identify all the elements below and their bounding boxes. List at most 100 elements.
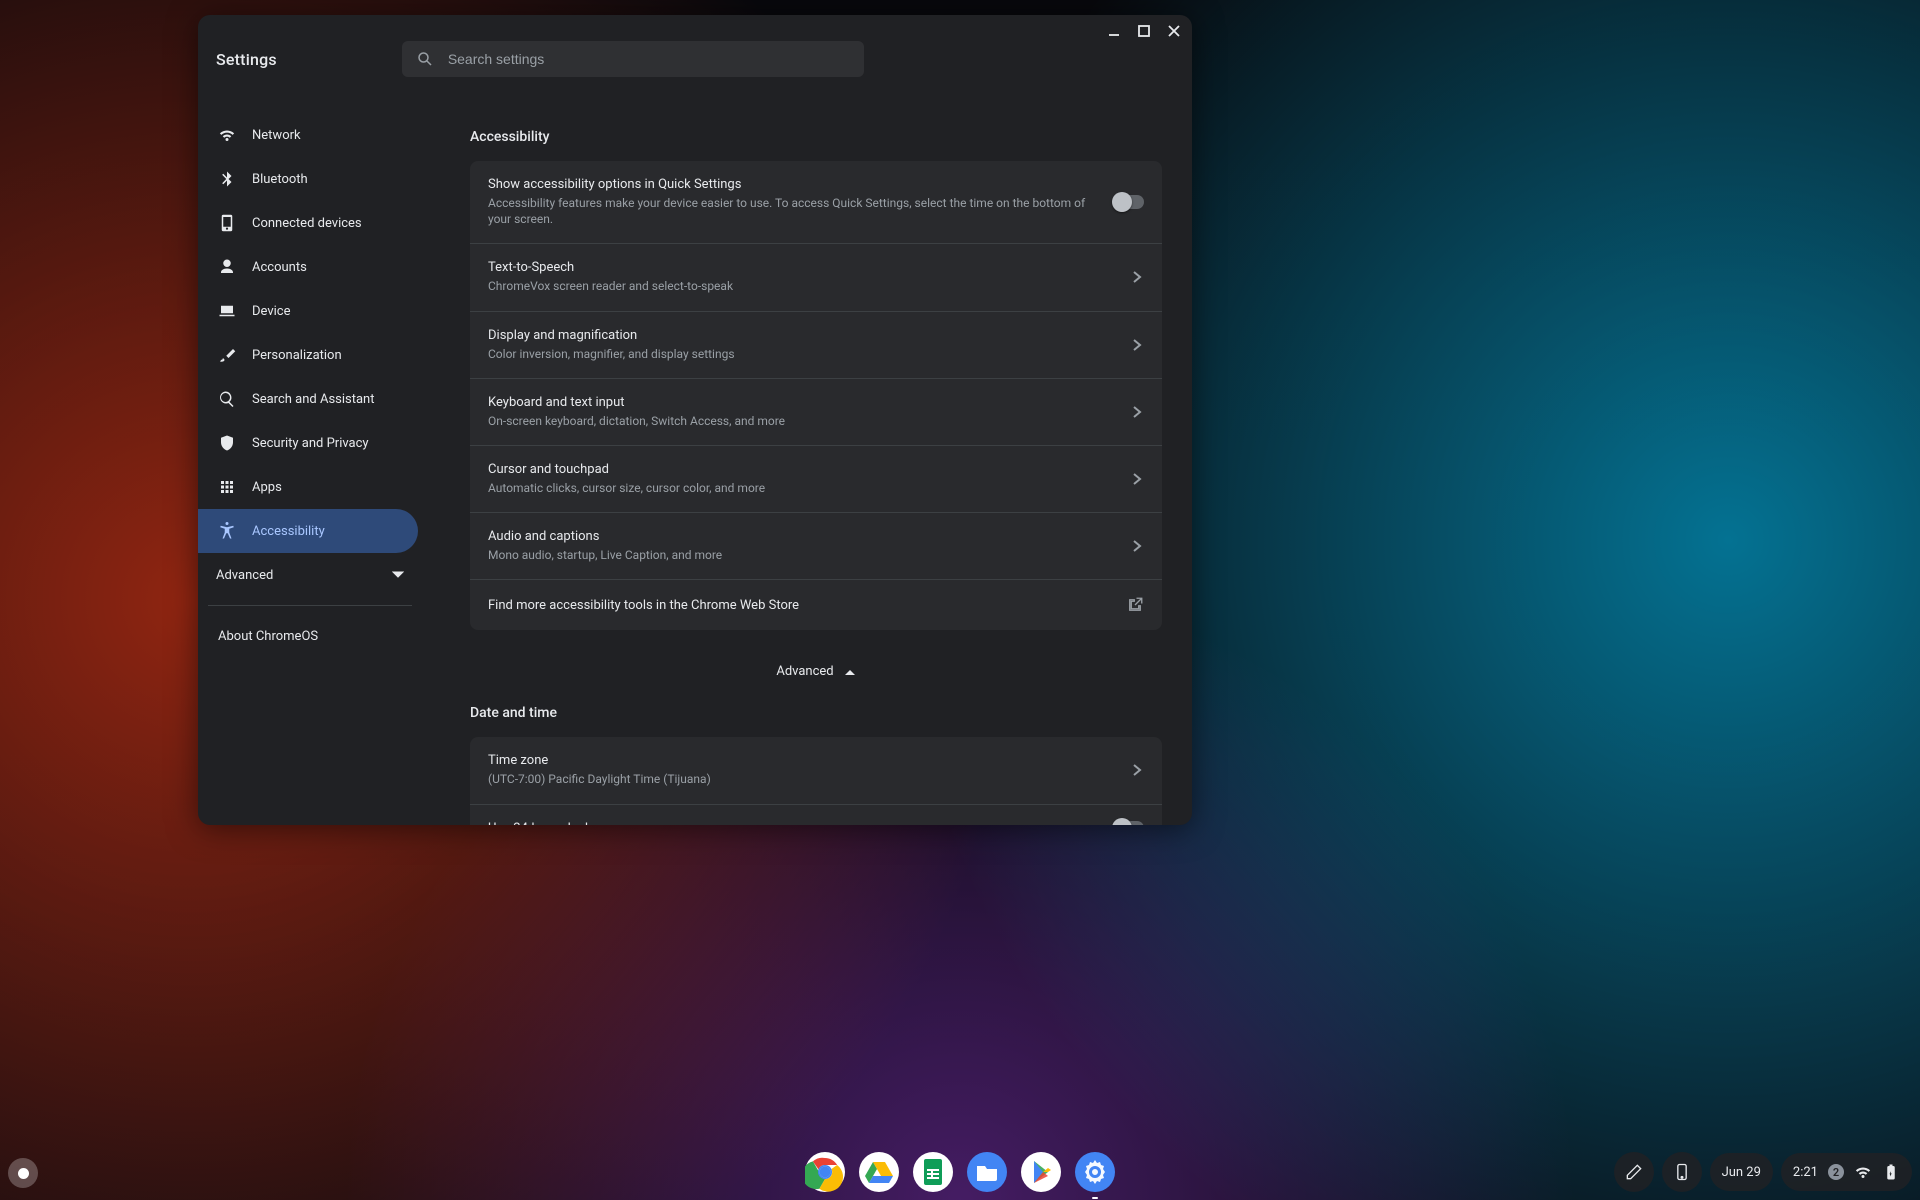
sidebar-advanced-toggle[interactable]: Advanced <box>198 553 422 597</box>
sidebar-item-search-assistant[interactable]: Search and Assistant <box>198 377 418 421</box>
person-icon <box>218 258 236 276</box>
toggle-quick-settings[interactable] <box>1114 195 1144 209</box>
row-display-magnification[interactable]: Display and magnification Color inversio… <box>470 311 1162 378</box>
search-icon <box>218 390 236 408</box>
search-box[interactable] <box>402 41 864 77</box>
shelf-app-play[interactable] <box>1021 1152 1061 1192</box>
close-button[interactable] <box>1164 21 1184 41</box>
sidebar-item-label: Connected devices <box>252 216 362 231</box>
row-audio-captions[interactable]: Audio and captions Mono audio, startup, … <box>470 512 1162 579</box>
sidebar-about-chromeos[interactable]: About ChromeOS <box>198 614 422 658</box>
settings-window: Settings Network Bluetooth Connected dev… <box>198 15 1192 825</box>
gear-icon <box>1075 1152 1115 1192</box>
laptop-icon <box>218 302 236 320</box>
shield-icon <box>218 434 236 452</box>
row-quick-settings-toggle[interactable]: Show accessibility options in Quick Sett… <box>470 161 1162 243</box>
sidebar-item-label: Apps <box>252 480 282 495</box>
row-time-zone[interactable]: Time zone (UTC-7:00) Pacific Daylight Ti… <box>470 737 1162 803</box>
shelf-app-drive[interactable] <box>859 1152 899 1192</box>
sidebar-item-label: Bluetooth <box>252 172 308 187</box>
content-advanced-toggle[interactable]: Advanced <box>470 664 1162 679</box>
maximize-button[interactable] <box>1134 21 1154 41</box>
toggle-24-hour[interactable] <box>1114 821 1144 825</box>
chevron-right-icon <box>1130 763 1144 777</box>
running-indicator <box>1092 1197 1098 1199</box>
chevron-up-icon <box>844 666 856 678</box>
chevron-right-icon <box>1130 539 1144 553</box>
row-24-hour-clock[interactable]: Use 24-hour clock <box>470 804 1162 826</box>
play-store-icon <box>1021 1152 1061 1192</box>
date-pill[interactable]: Jun 29 <box>1710 1153 1773 1191</box>
row-sub: Accessibility features make your device … <box>488 195 1098 227</box>
phone-icon <box>1672 1162 1692 1182</box>
section-title-datetime: Date and time <box>470 705 1162 721</box>
launcher-icon <box>18 1168 29 1179</box>
sidebar-item-accessibility[interactable]: Accessibility <box>198 509 418 553</box>
row-sub: Color inversion, magnifier, and display … <box>488 346 1114 362</box>
chrome-icon <box>805 1152 845 1192</box>
row-chrome-web-store[interactable]: Find more accessibility tools in the Chr… <box>470 579 1162 630</box>
sidebar-item-label: Accounts <box>252 260 307 275</box>
app-title: Settings <box>216 50 277 69</box>
wifi-icon <box>1854 1163 1872 1181</box>
launcher-button[interactable] <box>8 1158 38 1188</box>
row-title: Audio and captions <box>488 529 1114 544</box>
row-sub: On-screen keyboard, dictation, Switch Ac… <box>488 413 1114 429</box>
sidebar-item-security[interactable]: Security and Privacy <box>198 421 418 465</box>
row-keyboard-text[interactable]: Keyboard and text input On-screen keyboa… <box>470 378 1162 445</box>
minimize-button[interactable] <box>1104 21 1124 41</box>
connected-devices-icon <box>218 214 236 232</box>
row-title: Cursor and touchpad <box>488 462 1114 477</box>
sidebar-item-device[interactable]: Device <box>198 289 418 333</box>
row-title: Time zone <box>488 753 1114 768</box>
sidebar-item-bluetooth[interactable]: Bluetooth <box>198 157 418 201</box>
sheets-icon <box>913 1152 953 1192</box>
row-sub: Automatic clicks, cursor size, cursor co… <box>488 480 1114 496</box>
bluetooth-icon <box>218 170 236 188</box>
phone-hub-button[interactable] <box>1662 1152 1702 1192</box>
files-icon <box>967 1152 1007 1192</box>
header: Settings <box>198 15 1192 103</box>
shelf-time: 2:21 <box>1793 1165 1818 1180</box>
sidebar-item-label: Security and Privacy <box>252 436 369 451</box>
shelf: Jun 29 2:21 2 <box>0 1144 1920 1200</box>
chevron-right-icon <box>1130 472 1144 486</box>
sidebar-item-personalization[interactable]: Personalization <box>198 333 418 377</box>
sidebar-item-label: Search and Assistant <box>252 392 375 407</box>
row-title: Use 24-hour clock <box>488 821 1098 826</box>
sidebar-item-connected[interactable]: Connected devices <box>198 201 418 245</box>
sidebar-item-label: Personalization <box>252 348 342 363</box>
accessibility-icon <box>218 522 236 540</box>
chevron-right-icon <box>1130 338 1144 352</box>
accessibility-card: Show accessibility options in Quick Sett… <box>470 161 1162 630</box>
apps-grid-icon <box>218 478 236 496</box>
quick-settings-button[interactable]: 2:21 2 <box>1781 1153 1912 1191</box>
shelf-app-sheets[interactable] <box>913 1152 953 1192</box>
content: Accessibility Show accessibility options… <box>422 103 1192 825</box>
sidebar-item-apps[interactable]: Apps <box>198 465 418 509</box>
status-area: Jun 29 2:21 2 <box>1614 1152 1912 1192</box>
divider <box>208 605 412 606</box>
row-title: Keyboard and text input <box>488 395 1114 410</box>
section-title-accessibility: Accessibility <box>470 129 1162 145</box>
shelf-app-settings[interactable] <box>1075 1152 1115 1192</box>
search-input[interactable] <box>446 50 850 68</box>
chevron-right-icon <box>1130 270 1144 284</box>
sidebar-item-network[interactable]: Network <box>198 113 418 157</box>
shelf-date: Jun 29 <box>1722 1165 1761 1180</box>
row-sub: ChromeVox screen reader and select-to-sp… <box>488 278 1114 294</box>
stylus-tools-button[interactable] <box>1614 1152 1654 1192</box>
advanced-label: Advanced <box>216 568 273 583</box>
row-text-to-speech[interactable]: Text-to-Speech ChromeVox screen reader a… <box>470 243 1162 310</box>
sidebar-item-label: Network <box>252 128 301 143</box>
shelf-app-files[interactable] <box>967 1152 1007 1192</box>
row-sub: Mono audio, startup, Live Caption, and m… <box>488 547 1114 563</box>
chevron-down-icon <box>392 569 404 581</box>
shelf-app-chrome[interactable] <box>805 1152 845 1192</box>
advanced-label: Advanced <box>776 664 833 679</box>
sidebar-item-accounts[interactable]: Accounts <box>198 245 418 289</box>
row-cursor-touchpad[interactable]: Cursor and touchpad Automatic clicks, cu… <box>470 445 1162 512</box>
row-title: Display and magnification <box>488 328 1114 343</box>
drive-icon <box>859 1152 899 1192</box>
wifi-icon <box>218 126 236 144</box>
